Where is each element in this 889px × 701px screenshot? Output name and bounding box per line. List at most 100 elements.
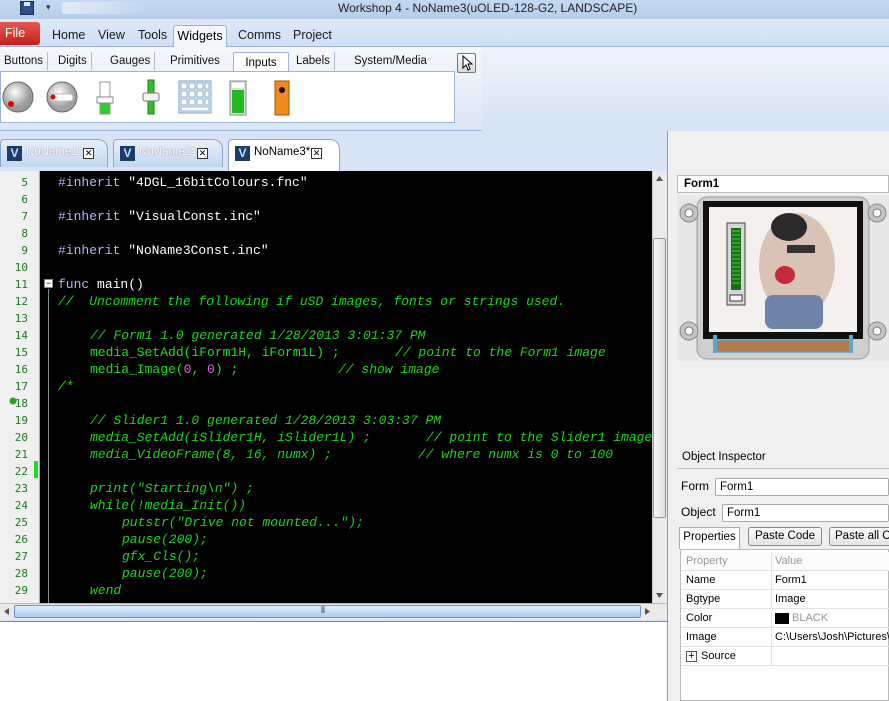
code-token: main() xyxy=(89,277,144,292)
subtab-gauges[interactable]: Gauges xyxy=(106,52,156,70)
code-line-7: #inherit "VisualConst.inc" xyxy=(58,208,261,225)
tab-comms[interactable]: Comms xyxy=(238,25,281,45)
tab-properties[interactable]: Properties xyxy=(679,527,740,549)
doc-tab-noname2[interactable]: V NoName2* ✕ xyxy=(113,139,223,167)
property-name: Image xyxy=(686,631,717,643)
quick-access-dropdown-icon[interactable]: ▾ xyxy=(46,2,56,14)
paste-all-code-button[interactable]: Paste all Co xyxy=(829,527,889,546)
property-row-color[interactable]: Color BLACK xyxy=(681,609,889,628)
line-number: 13 xyxy=(14,312,28,325)
property-row-bgtype[interactable]: Bgtype Image xyxy=(681,590,889,609)
expand-icon[interactable]: + xyxy=(686,651,697,662)
code-comment-16: // show image xyxy=(338,362,440,377)
code-line-17: /* xyxy=(58,379,74,394)
tab-view[interactable]: View xyxy=(98,25,125,45)
code-token: media_SetAdd(iForm1H, iForm1L) ; xyxy=(90,345,340,360)
tab-tools[interactable]: Tools xyxy=(138,25,167,45)
fold-toggle-icon[interactable]: − xyxy=(44,279,53,288)
cursor-arrow-icon xyxy=(462,54,474,71)
line-number: 19 xyxy=(14,414,28,427)
code-comment-20: // point to the Slider1 image xyxy=(426,430,653,445)
line-number: 8 xyxy=(21,227,28,240)
property-value[interactable]: BLACK xyxy=(792,609,828,628)
form-select[interactable]: Form1 xyxy=(715,478,889,496)
pointer-button[interactable] xyxy=(457,53,476,73)
tab-home[interactable]: Home xyxy=(52,25,85,45)
code-line-20: media_SetAdd(iSlider1H, iSlider1L) ; xyxy=(90,430,371,445)
property-value[interactable]: Image xyxy=(775,590,806,609)
property-row-source[interactable]: + Source xyxy=(681,647,889,666)
slider-icon[interactable] xyxy=(96,80,114,116)
code-line-28: pause(200); xyxy=(122,566,208,581)
line-number: 16 xyxy=(14,363,28,376)
subtab-buttons[interactable]: Buttons xyxy=(0,52,48,70)
tab-project[interactable]: Project xyxy=(293,25,332,45)
meter-icon[interactable] xyxy=(229,80,247,116)
code-line-29: wend xyxy=(90,583,122,598)
window-title: Workshop 4 - NoName3(uOLED-128-G2, LANDS… xyxy=(338,1,638,15)
ribbon-empty-area xyxy=(482,47,889,131)
code-line-12: // Uncomment the following if uSD images… xyxy=(58,294,566,309)
vertical-scroll-thumb[interactable] xyxy=(653,238,666,518)
line-number: 23 xyxy=(14,482,28,495)
line-number: 28 xyxy=(14,567,28,580)
line-number: 17 xyxy=(14,380,28,393)
trackbar-icon[interactable] xyxy=(142,78,160,116)
code-token: #inherit xyxy=(58,243,121,258)
scroll-right-icon[interactable] xyxy=(644,607,651,616)
code-comment-15: // point to the Form1 image xyxy=(395,345,606,360)
code-token: media_Image( xyxy=(90,362,184,377)
subtab-inputs[interactable]: Inputs xyxy=(233,52,289,73)
object-select[interactable]: Form1 xyxy=(722,504,889,522)
line-number: 9 xyxy=(21,244,28,257)
property-grid-header: Property Value xyxy=(681,552,889,571)
code-line-24: while(!media_Init()) xyxy=(90,498,247,513)
code-line-27: gfx_Cls(); xyxy=(122,549,201,564)
property-value[interactable]: Form1 xyxy=(775,571,807,590)
ribbon-menu-bar xyxy=(0,19,889,47)
code-token: , xyxy=(191,362,208,377)
keyboard-icon[interactable] xyxy=(178,80,212,114)
doc-tab-noname1[interactable]: V NoName1* ✕ xyxy=(0,139,108,167)
paste-code-button[interactable]: Paste Code xyxy=(748,527,822,546)
property-row-image[interactable]: Image C:\Users\Josh\Pictures\ xyxy=(681,628,889,647)
save-icon[interactable] xyxy=(20,1,34,15)
quick-access-toolbar xyxy=(62,2,152,14)
scroll-up-icon[interactable] xyxy=(655,175,664,182)
code-editor[interactable] xyxy=(0,171,652,603)
fold-guide xyxy=(48,289,49,603)
scroll-left-icon[interactable] xyxy=(3,607,10,616)
close-icon[interactable]: ✕ xyxy=(311,148,322,159)
code-line-21: media_VideoFrame(8, 16, numx) ; xyxy=(90,447,332,462)
tab-widgets[interactable]: Widgets xyxy=(173,25,227,47)
property-name: Source xyxy=(701,650,736,662)
bookmark-icon xyxy=(9,397,17,405)
divider xyxy=(677,468,889,469)
subtab-system-media[interactable]: System/Media xyxy=(350,52,431,70)
switch-icon[interactable] xyxy=(274,80,290,116)
subtab-labels[interactable]: Labels xyxy=(292,52,335,70)
doc-tab-noname3[interactable]: V NoName3* ✕ xyxy=(228,139,340,171)
scroll-grip-icon: ⦀ xyxy=(321,605,325,615)
device-preview[interactable] xyxy=(677,195,889,361)
change-marker xyxy=(34,461,38,478)
subtab-primitives[interactable]: Primitives xyxy=(166,52,224,70)
knob-icon[interactable] xyxy=(1,80,35,114)
property-name: Bgtype xyxy=(686,593,721,605)
horizontal-scroll-thumb[interactable]: ⦀ xyxy=(14,605,641,618)
file-button[interactable]: File xyxy=(0,22,40,45)
knob-flat-icon[interactable] xyxy=(45,80,79,114)
code-line-15: media_SetAdd(iForm1H, iForm1L) ; xyxy=(90,344,340,361)
code-line-14: // Form1 1.0 generated 1/28/2013 3:01:37… xyxy=(90,328,426,343)
property-value[interactable]: C:\Users\Josh\Pictures\ xyxy=(775,628,889,647)
code-line-11: func main() xyxy=(58,276,144,293)
line-number: 15 xyxy=(14,346,28,359)
line-number: 14 xyxy=(14,329,28,342)
property-row-name[interactable]: Name Form1 xyxy=(681,571,889,590)
line-number: 29 xyxy=(14,584,28,597)
scroll-down-icon[interactable] xyxy=(655,592,664,599)
line-number: 5 xyxy=(21,176,28,189)
subtab-digits[interactable]: Digits xyxy=(54,52,92,70)
close-icon[interactable]: ✕ xyxy=(197,148,208,159)
close-icon[interactable]: ✕ xyxy=(83,148,94,159)
